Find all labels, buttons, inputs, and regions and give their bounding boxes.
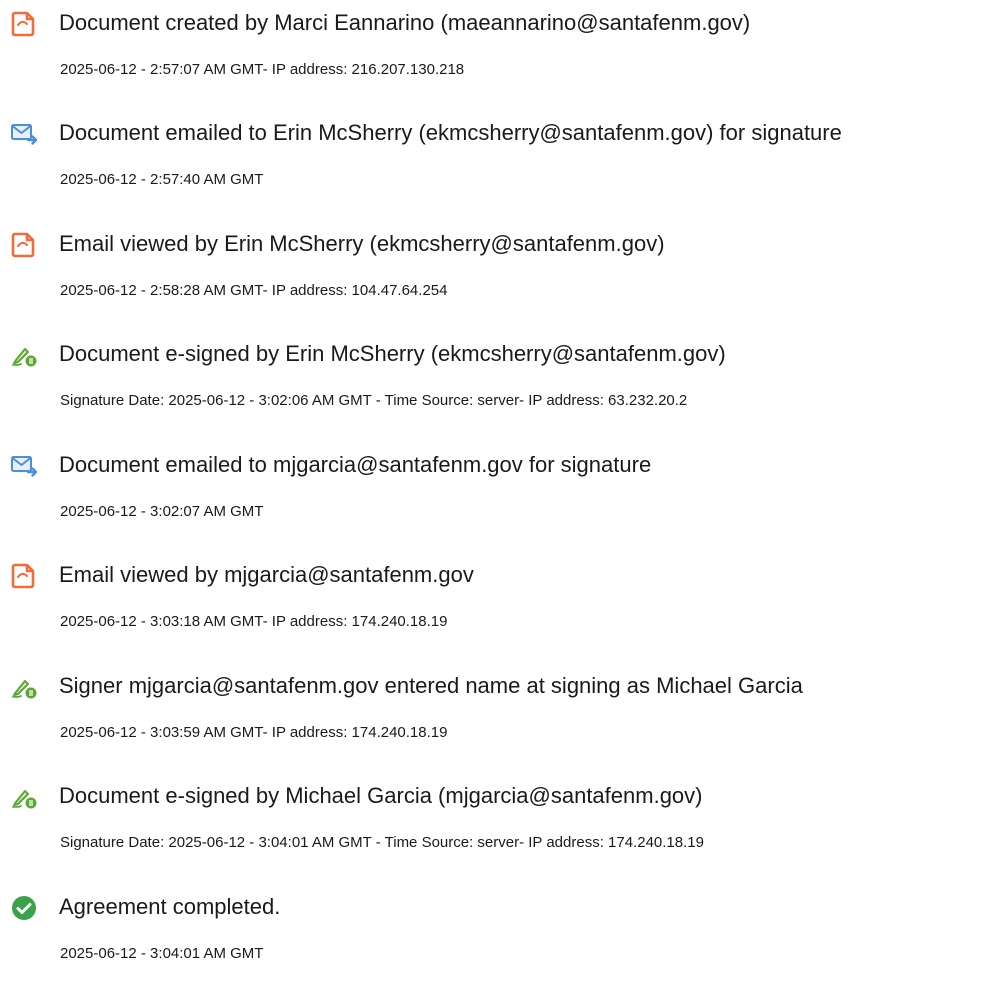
audit-event: Signer mjgarcia@santafenm.gov entered na…	[0, 663, 1008, 763]
audit-event: Document e-signed by Michael Garcia (mjg…	[0, 773, 1008, 873]
event-title: Document created by Marci Eannarino (mae…	[59, 10, 751, 35]
event-title: Signer mjgarcia@santafenm.gov entered na…	[59, 673, 803, 698]
document-icon	[10, 231, 38, 259]
event-detail: Signature Date: 2025-06-12 - 3:02:06 AM …	[60, 392, 688, 409]
audit-event: Email viewed by Erin McSherry (ekmcsherr…	[0, 221, 1008, 321]
audit-event: Document e-signed by Erin McSherry (ekmc…	[0, 331, 1008, 431]
checkmark-circle-icon	[10, 894, 38, 922]
event-detail: 2025-06-12 - 2:57:07 AM GMT- IP address:…	[60, 61, 465, 78]
event-title: Email viewed by Erin McSherry (ekmcsherr…	[59, 231, 665, 256]
audit-event: Email viewed by mjgarcia@santafenm.gov 2…	[0, 552, 1008, 652]
event-detail: 2025-06-12 - 3:03:59 AM GMT- IP address:…	[60, 724, 448, 741]
signature-icon	[10, 341, 38, 369]
event-title: Email viewed by mjgarcia@santafenm.gov	[59, 562, 474, 587]
signature-icon	[10, 783, 38, 811]
event-detail: 2025-06-12 - 3:03:18 AM GMT- IP address:…	[60, 613, 448, 630]
event-title: Document e-signed by Erin McSherry (ekmc…	[59, 341, 726, 366]
audit-event: Agreement completed. 2025-06-12 - 3:04:0…	[0, 884, 1008, 984]
email-icon	[10, 452, 38, 480]
document-icon	[10, 562, 38, 590]
email-icon	[10, 120, 38, 148]
event-detail: 2025-06-12 - 2:58:28 AM GMT- IP address:…	[60, 282, 448, 299]
event-detail: Signature Date: 2025-06-12 - 3:04:01 AM …	[60, 834, 704, 851]
event-title: Document emailed to mjgarcia@santafenm.g…	[59, 452, 652, 477]
audit-event: Document emailed to Erin McSherry (ekmcs…	[0, 110, 1008, 210]
event-detail: 2025-06-12 - 2:57:40 AM GMT	[60, 171, 264, 188]
signature-icon	[10, 673, 38, 701]
audit-event: Document created by Marci Eannarino (mae…	[0, 0, 1008, 100]
event-detail: 2025-06-12 - 3:04:01 AM GMT	[60, 945, 264, 962]
document-icon	[10, 10, 38, 38]
audit-event-list: Document created by Marci Eannarino (mae…	[0, 0, 1008, 994]
audit-event: Document emailed to mjgarcia@santafenm.g…	[0, 442, 1008, 542]
event-title: Document emailed to Erin McSherry (ekmcs…	[59, 120, 842, 145]
event-title: Agreement completed.	[59, 894, 281, 919]
event-title: Document e-signed by Michael Garcia (mjg…	[59, 783, 703, 808]
event-detail: 2025-06-12 - 3:02:07 AM GMT	[60, 503, 264, 520]
